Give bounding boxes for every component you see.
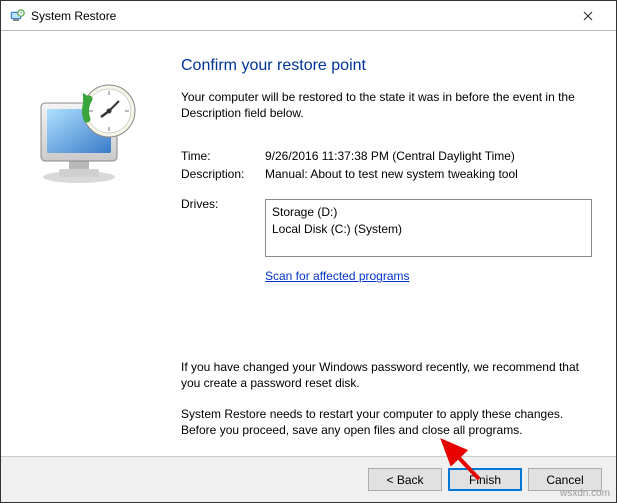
watermark: wsxdn.com	[560, 488, 610, 499]
time-label: Time:	[181, 149, 265, 163]
app-icon	[9, 8, 25, 24]
right-column: Confirm your restore point Your computer…	[181, 51, 592, 456]
close-button[interactable]	[568, 2, 608, 30]
intro-text: Your computer will be restored to the st…	[181, 89, 592, 121]
drives-label: Drives:	[181, 197, 265, 257]
window-title: System Restore	[31, 9, 568, 23]
description-value: Manual: About to test new system tweakin…	[265, 167, 592, 181]
description-row: Description: Manual: About to test new s…	[181, 167, 592, 181]
restart-note: System Restore needs to restart your com…	[181, 406, 592, 438]
description-label: Description:	[181, 167, 265, 181]
titlebar: System Restore	[1, 1, 616, 31]
finish-button[interactable]: Finish	[448, 468, 522, 491]
drives-row: Drives: Storage (D:) Local Disk (C:) (Sy…	[181, 197, 592, 257]
back-button[interactable]: < Back	[368, 468, 442, 491]
drive-item: Storage (D:)	[272, 204, 585, 220]
page-heading: Confirm your restore point	[181, 57, 592, 75]
time-row: Time: 9/26/2016 11:37:38 PM (Central Day…	[181, 149, 592, 163]
left-column	[1, 51, 181, 456]
system-restore-window: System Restore	[0, 0, 617, 503]
content-area: Confirm your restore point Your computer…	[1, 31, 616, 456]
time-value: 9/26/2016 11:37:38 PM (Central Daylight …	[265, 149, 592, 163]
footer-buttons: < Back Finish Cancel	[1, 456, 616, 502]
password-note: If you have changed your Windows passwor…	[181, 359, 592, 391]
scan-affected-programs-link[interactable]: Scan for affected programs	[265, 269, 592, 283]
system-restore-icon	[31, 81, 141, 191]
drives-list: Storage (D:) Local Disk (C:) (System)	[265, 199, 592, 257]
drive-item: Local Disk (C:) (System)	[272, 221, 585, 237]
